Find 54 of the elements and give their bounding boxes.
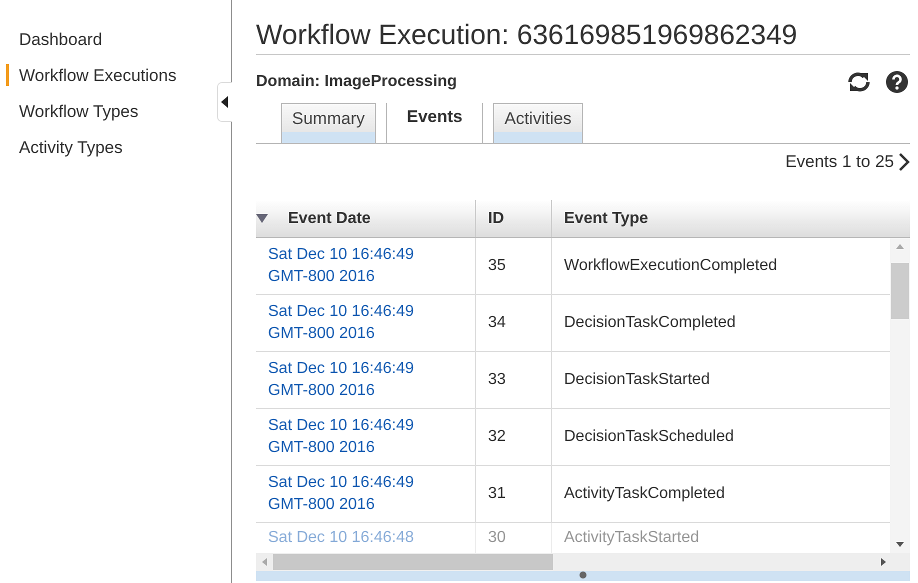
table-row[interactable]: Sat Dec 10 16:46:49 GMT-800 2016 32 DecisionTaskScheduled	[256, 409, 890, 466]
event-date-link[interactable]: GMT-800 2016	[268, 494, 475, 516]
event-date-link[interactable]: Sat Dec 10 16:46:49	[268, 415, 475, 437]
domain-label: Domain: ImageProcessing	[256, 73, 457, 91]
column-title: Event Date	[288, 210, 371, 228]
event-id: 34	[488, 313, 507, 333]
scrollbar-thumb[interactable]	[273, 554, 553, 570]
event-date-link[interactable]: GMT-800 2016	[268, 380, 475, 402]
event-type: ActivityTaskCompleted	[564, 484, 726, 504]
tab[interactable]: Summary	[281, 103, 376, 143]
vertical-scrollbar[interactable]	[890, 238, 910, 553]
horizontal-scrollbar[interactable]	[256, 553, 910, 571]
sidebar-item[interactable]: Workflow Executions	[0, 64, 176, 88]
help-icon[interactable]	[886, 71, 908, 93]
table-row[interactable]: Sat Dec 10 16:46:49 GMT-800 2016 35 WorkflowExecutionCompleted	[256, 238, 890, 295]
event-date-link[interactable]: GMT-800 2016	[268, 323, 475, 345]
tab[interactable]: Activities	[493, 103, 583, 143]
event-id: 32	[488, 427, 507, 447]
next-page-icon[interactable]	[898, 153, 910, 171]
event-id: 30	[488, 528, 507, 548]
event-date-link[interactable]: GMT-800 2016	[268, 437, 475, 459]
collapse-button[interactable]	[217, 82, 232, 122]
table-row[interactable]: Sat Dec 10 16:46:49 GMT-800 2016 31 ActivityTaskCompleted	[256, 466, 890, 523]
event-type: DecisionTaskCompleted	[564, 313, 737, 333]
sidebar-item[interactable]: Activity Types	[0, 136, 123, 160]
event-date-link[interactable]: Sat Dec 10 16:46:49	[268, 358, 475, 380]
column-title: ID	[488, 210, 504, 228]
event-id: 35	[488, 256, 507, 276]
caret-left-icon	[221, 96, 229, 108]
scroll-right-icon[interactable]	[881, 558, 886, 566]
event-type: DecisionTaskScheduled	[564, 427, 735, 447]
event-id: 31	[488, 484, 507, 504]
event-type: WorkflowExecutionCompleted	[564, 256, 778, 276]
column-header[interactable]: Event Date	[256, 200, 475, 237]
pagination-label: Events 1 to 25	[785, 152, 894, 172]
sort-icon[interactable]	[256, 214, 268, 223]
scroll-down-icon[interactable]	[896, 542, 904, 547]
column-title: Event Type	[564, 210, 648, 228]
sidebar-item[interactable]: Dashboard	[0, 28, 102, 52]
page-title: Workflow Execution: 636169851969862349	[256, 18, 910, 55]
event-date-link[interactable]: Sat Dec 10 16:46:49	[268, 244, 475, 266]
table-row[interactable]: Sat Dec 10 16:46:49 GMT-800 2016 33 DecisionTaskStarted	[256, 352, 890, 409]
sidebar-item[interactable]: Workflow Types	[0, 100, 138, 124]
event-id: 33	[488, 370, 507, 390]
column-header[interactable]: ID	[475, 200, 551, 237]
event-type: ActivityTaskStarted	[564, 528, 700, 548]
event-type: DecisionTaskStarted	[564, 370, 711, 390]
event-date-link[interactable]: Sat Dec 10 16:46:49	[268, 472, 475, 494]
event-date-link[interactable]: GMT-800 2016	[268, 266, 475, 288]
refresh-icon[interactable]	[846, 71, 872, 93]
column-header[interactable]: Event Type	[551, 200, 910, 237]
event-date-link[interactable]: Sat Dec 10 16:46:49	[268, 301, 475, 323]
table-row[interactable]: Sat Dec 10 16:46:49 GMT-800 2016 34 DecisionTaskCompleted	[256, 295, 890, 352]
scrollbar-thumb[interactable]	[891, 263, 909, 319]
